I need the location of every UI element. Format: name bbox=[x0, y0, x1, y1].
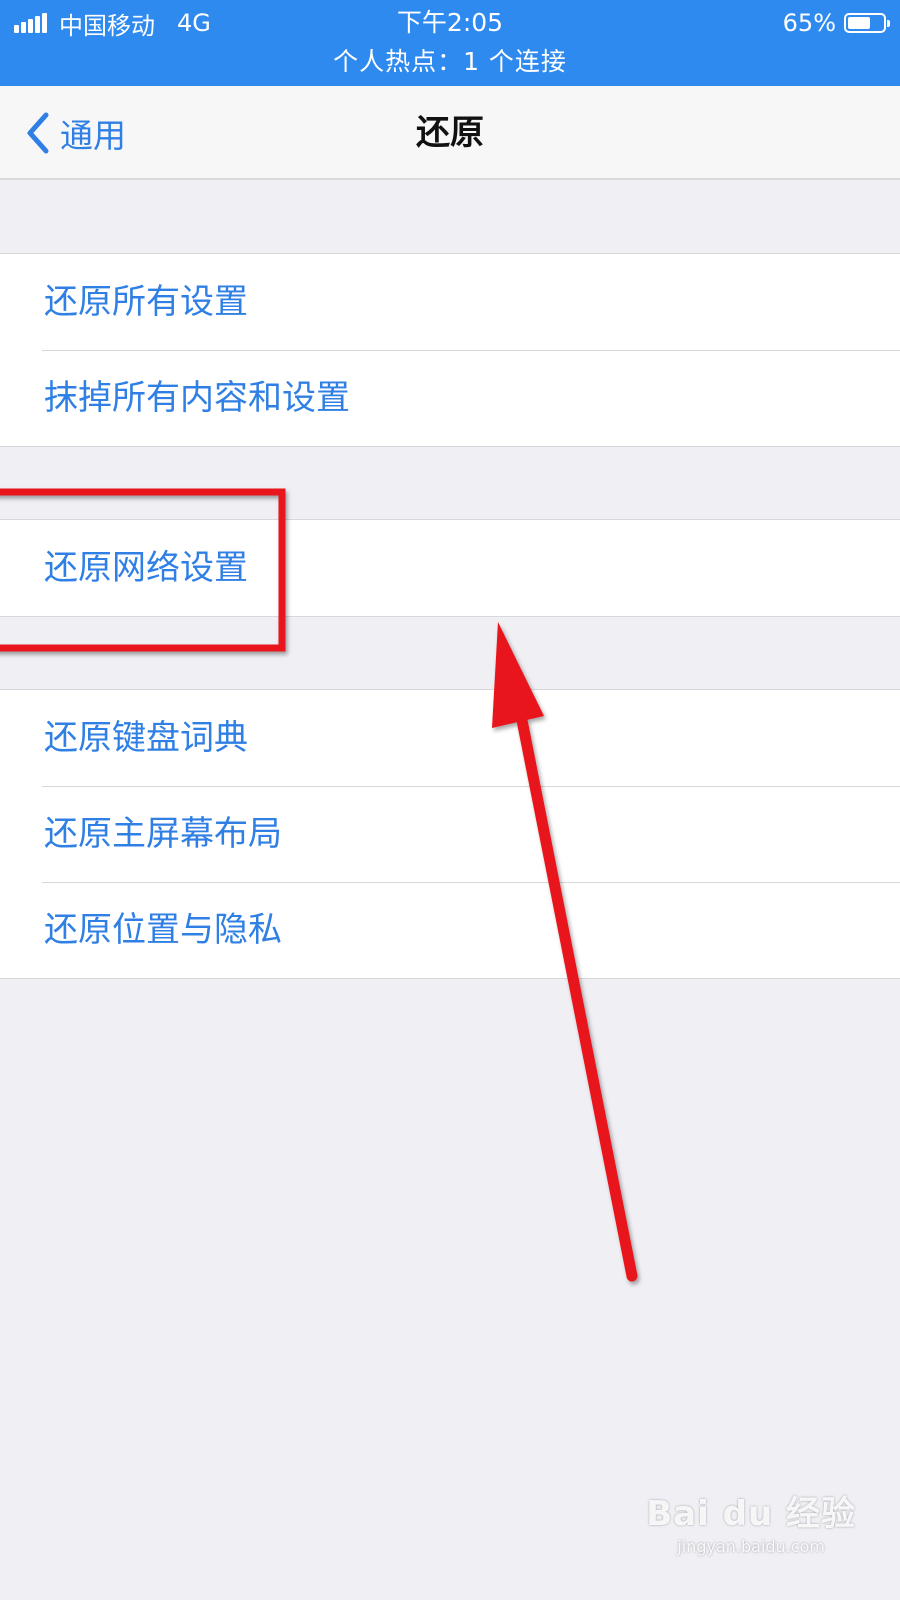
battery-tip bbox=[887, 20, 890, 27]
navigation-bar: 通用 还原 bbox=[0, 86, 900, 180]
reset-group-2: 还原网络设置 bbox=[0, 519, 900, 617]
watermark-logo: Bai du 经验 bbox=[646, 1494, 856, 1534]
reset-keyboard-dictionary-cell[interactable]: 还原键盘词典 bbox=[0, 690, 900, 786]
reset-home-screen-layout-cell[interactable]: 还原主屏幕布局 bbox=[0, 786, 900, 882]
reset-network-settings-cell[interactable]: 还原网络设置 bbox=[0, 520, 900, 616]
reset-location-privacy-cell[interactable]: 还原位置与隐私 bbox=[0, 882, 900, 978]
battery-fill bbox=[848, 17, 870, 29]
reset-all-settings-cell[interactable]: 还原所有设置 bbox=[0, 254, 900, 350]
page-title: 还原 bbox=[416, 113, 484, 153]
status-right: 65% bbox=[782, 6, 890, 40]
status-bar: 中国移动 4G 下午2:05 65% 个人热点：1 个连接 bbox=[0, 0, 900, 86]
watermark-url: jingyan.baidu.com bbox=[677, 1537, 825, 1556]
watermark: Bai du 经验 jingyan.baidu.com bbox=[646, 1486, 856, 1556]
reset-group-3: 还原键盘词典 还原主屏幕布局 还原位置与隐私 bbox=[0, 689, 900, 979]
erase-all-content-cell[interactable]: 抹掉所有内容和设置 bbox=[0, 350, 900, 446]
battery-icon bbox=[844, 13, 890, 33]
battery-percent: 65% bbox=[782, 9, 836, 37]
hotspot-banner[interactable]: 个人热点：1 个连接 bbox=[0, 44, 900, 80]
reset-group-1: 还原所有设置 抹掉所有内容和设置 bbox=[0, 253, 900, 447]
status-time: 下午2:05 bbox=[396, 8, 504, 37]
